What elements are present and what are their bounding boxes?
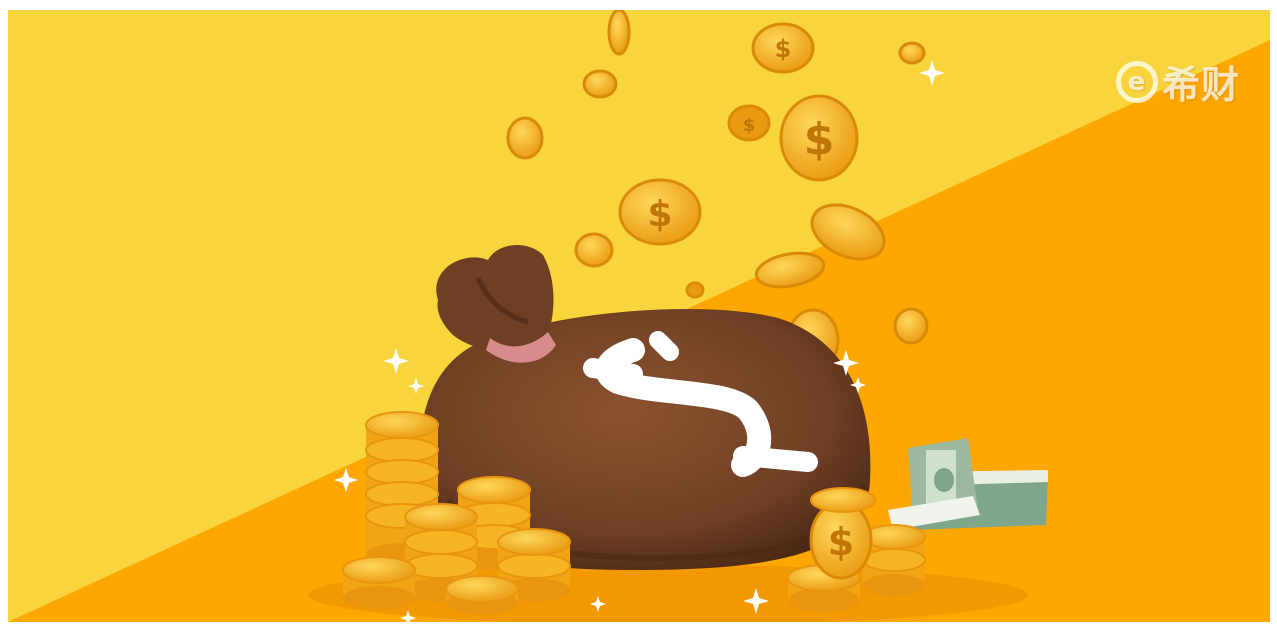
svg-text:$: $	[775, 35, 792, 63]
coin-icon: $	[751, 22, 815, 74]
coin-icon: $	[618, 178, 702, 246]
coin-icon	[342, 556, 416, 610]
coin-icon	[893, 307, 929, 345]
coin-icon: $	[727, 104, 771, 142]
coin-icon	[574, 232, 614, 268]
money-illustration: $ $ $ $ $	[8, 10, 1270, 622]
coin-icon	[685, 281, 705, 299]
coin-icon	[506, 116, 544, 160]
coin-icon	[582, 69, 618, 99]
watermark-brand: 希财	[1161, 63, 1240, 107]
watermark-mark: e	[1115, 60, 1158, 103]
watermark: e 希财	[1115, 54, 1240, 109]
coin-icon	[607, 10, 631, 56]
coin-icon	[810, 487, 876, 513]
coin-icon	[445, 575, 519, 615]
coin-icon: $	[779, 94, 859, 182]
svg-text:$: $	[647, 194, 672, 235]
illustration-frame: $ $ $ $ $ e 希财	[8, 10, 1270, 622]
coin-icon	[898, 41, 926, 65]
coin-icon: $	[809, 500, 873, 580]
svg-text:$: $	[743, 115, 756, 136]
svg-text:$: $	[828, 520, 854, 564]
svg-text:$: $	[804, 114, 835, 165]
